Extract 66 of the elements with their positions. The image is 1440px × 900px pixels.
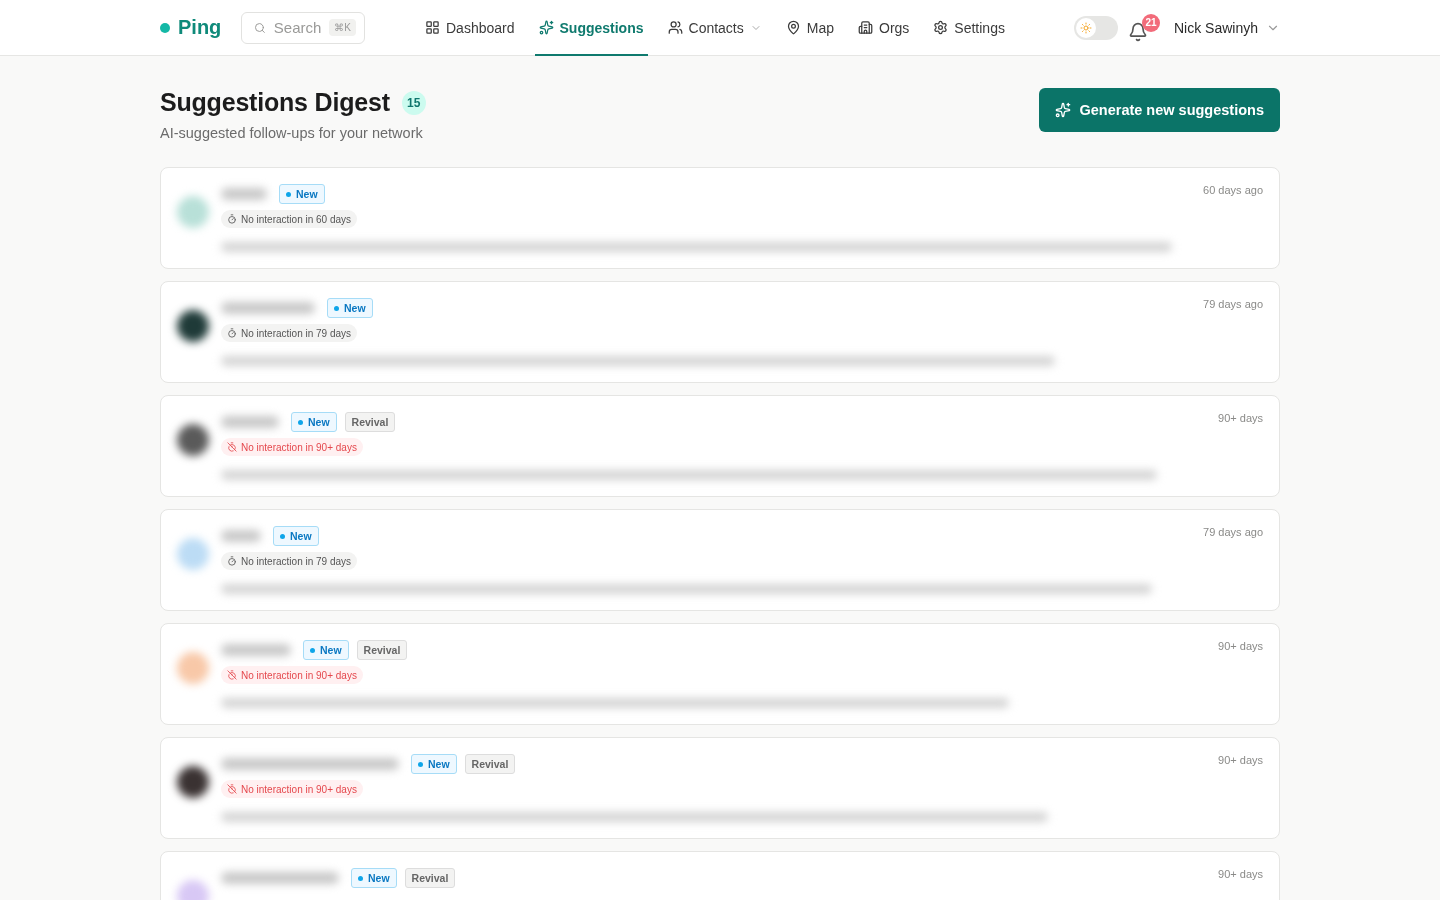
timer-icon bbox=[227, 214, 237, 224]
timer-off-icon bbox=[227, 784, 237, 794]
theme-toggle[interactable] bbox=[1073, 15, 1118, 40]
status-tag: Revival bbox=[344, 412, 396, 432]
suggestion-card[interactable]: New Revival No interaction in 90+ days 90+ days bbox=[160, 623, 1280, 725]
time-ago: 90+ days bbox=[1218, 412, 1263, 426]
sparkles-icon bbox=[1055, 102, 1072, 118]
blurred-name bbox=[221, 644, 291, 656]
users-icon bbox=[667, 20, 683, 35]
blurred-name bbox=[221, 416, 279, 428]
building-icon bbox=[858, 20, 873, 35]
new-tag: New bbox=[411, 754, 457, 774]
nav-tab[interactable]: Contacts bbox=[663, 0, 766, 56]
nav-tab[interactable]: Orgs bbox=[854, 0, 914, 56]
new-tag: New bbox=[291, 412, 337, 432]
generate-button[interactable]: Generate new suggestions bbox=[1039, 88, 1280, 132]
page-subtitle: AI-suggested follow-ups for your network bbox=[160, 125, 424, 141]
new-tag: New bbox=[279, 184, 325, 204]
timer-off-icon bbox=[227, 670, 237, 680]
suggestion-card[interactable]: New Revival No interaction in 90+ days 90+ days bbox=[160, 737, 1280, 839]
time-ago: 90+ days bbox=[1218, 640, 1263, 654]
nav-tab[interactable]: Suggestions bbox=[534, 0, 648, 56]
blurred-name bbox=[221, 530, 261, 542]
new-tag: New bbox=[273, 526, 319, 546]
user-menu[interactable]: Nick Sawinyh bbox=[1173, 19, 1280, 36]
blurred-name bbox=[221, 188, 267, 200]
logo-dot bbox=[160, 22, 170, 33]
sparkles-icon bbox=[538, 20, 554, 35]
time-ago: 90+ days bbox=[1218, 754, 1263, 768]
status-tag: Revival bbox=[356, 640, 408, 660]
time-ago: 90+ days bbox=[1218, 868, 1263, 882]
pin-icon bbox=[785, 20, 801, 35]
time-ago: 60 days ago bbox=[1203, 184, 1263, 198]
search-icon bbox=[254, 20, 266, 35]
suggestion-card[interactable]: New Revival 90+ days bbox=[160, 851, 1280, 900]
time-ago: 79 days ago bbox=[1203, 526, 1263, 540]
nav-tab[interactable]: Settings bbox=[929, 0, 1009, 56]
interaction-pill: No interaction in 90+ days bbox=[221, 666, 363, 684]
notification-count: 21 bbox=[1141, 13, 1160, 32]
suggestion-count: 15 bbox=[401, 90, 426, 115]
nav-tab[interactable]: Dashboard bbox=[421, 0, 519, 56]
interaction-pill: No interaction in 90+ days bbox=[221, 780, 363, 798]
sun-icon bbox=[1079, 21, 1092, 34]
new-tag: New bbox=[351, 868, 397, 888]
new-tag: New bbox=[303, 640, 349, 660]
brand-name: Ping bbox=[178, 16, 222, 39]
grid-icon bbox=[425, 20, 440, 35]
timer-icon bbox=[227, 328, 237, 338]
status-tag: Revival bbox=[464, 754, 516, 774]
shortcut-key: ⌘K bbox=[329, 19, 356, 36]
status-tag: Revival bbox=[404, 868, 456, 888]
timer-off-icon bbox=[227, 442, 237, 452]
new-tag: New bbox=[327, 298, 373, 318]
suggestion-card[interactable]: New Revival No interaction in 90+ days 90+ days bbox=[160, 395, 1280, 497]
interaction-pill: No interaction in 90+ days bbox=[221, 438, 363, 456]
interaction-pill: No interaction in 79 days bbox=[221, 552, 358, 570]
gear-icon bbox=[933, 20, 949, 35]
interaction-pill: No interaction in 60 days bbox=[221, 210, 358, 228]
timer-icon bbox=[227, 556, 237, 566]
suggestion-card[interactable]: New No interaction in 60 days 60 days ago bbox=[160, 167, 1280, 269]
nav-tab[interactable]: Map bbox=[781, 0, 838, 56]
time-ago: 79 days ago bbox=[1203, 298, 1263, 312]
suggestion-card[interactable]: New No interaction in 79 days 79 days ago bbox=[160, 281, 1280, 383]
page-title: Suggestions Digest bbox=[160, 88, 390, 117]
interaction-pill: No interaction in 79 days bbox=[221, 324, 358, 342]
suggestion-card[interactable]: New No interaction in 79 days 79 days ago bbox=[160, 509, 1280, 611]
